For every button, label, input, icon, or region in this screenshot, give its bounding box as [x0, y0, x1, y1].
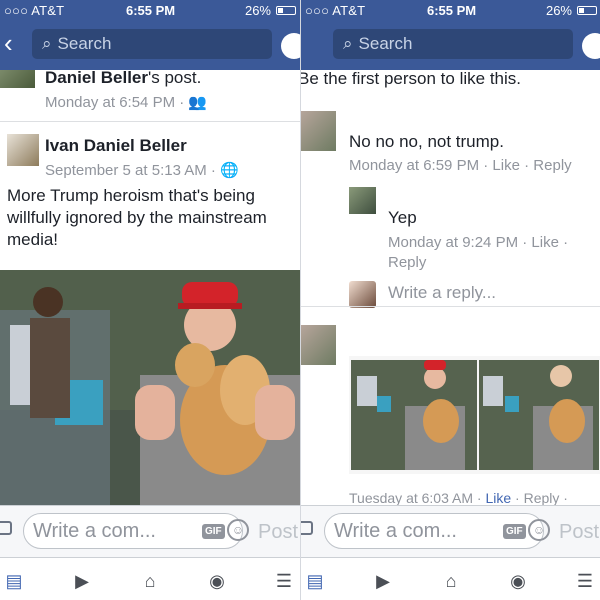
- comment-composer: Write a com... GIF ☺ Post: [0, 506, 300, 558]
- sticker-icon[interactable]: ☺: [528, 519, 550, 541]
- status-bar: ○○○ AT&T 6:55 PM 26%: [301, 0, 600, 20]
- news-feed-icon[interactable]: ▤: [304, 570, 326, 592]
- reply-link[interactable]: Reply: [524, 490, 560, 505]
- clock: 6:55 PM: [427, 3, 477, 18]
- search-icon: ⌕: [343, 34, 353, 53]
- carrier-label: ○○○ AT&T: [4, 3, 65, 18]
- marketplace-icon[interactable]: ⌂: [139, 570, 161, 592]
- flood-rescue-image: [0, 270, 300, 505]
- shared-avatar[interactable]: [0, 70, 35, 88]
- search-input[interactable]: ⌕ Search: [32, 29, 272, 59]
- battery-percent: 26%: [244, 3, 271, 18]
- post-view: Daniel Beller's post. Monday at 6:54 PM …: [0, 70, 300, 505]
- reply-timestamp[interactable]: Monday at 9:24 PM: [388, 234, 518, 251]
- menu-icon[interactable]: ☰: [273, 570, 295, 592]
- bottom-area: Write a com... GIF ☺ Post ▤ ▶ ⌂ ◉ ☰: [301, 505, 600, 600]
- meme-image: [349, 356, 600, 474]
- post-photo[interactable]: [0, 270, 300, 505]
- comment-placeholder: Write a com...: [334, 519, 457, 542]
- comments-view: Be the first person to like this. No no …: [301, 70, 600, 505]
- globe-icon: 🌐: [220, 162, 239, 179]
- comment-timestamp[interactable]: Monday at 6:59 PM: [349, 157, 479, 174]
- marketplace-icon[interactable]: ⌂: [440, 570, 462, 592]
- status-icons: 26%: [245, 3, 296, 18]
- globe-icon[interactable]: ◉: [206, 570, 228, 592]
- shared-timestamp[interactable]: Monday at 6:54 PM: [45, 94, 175, 111]
- friends-icon: 👥: [188, 94, 208, 111]
- comment-meta: Monday at 6:59 PM · Like · Reply: [349, 157, 572, 174]
- reply-link[interactable]: Reply: [388, 254, 426, 271]
- tab-bar: ▤ ▶ ⌂ ◉ ☰: [301, 558, 600, 600]
- divider: [301, 306, 600, 307]
- messenger-icon[interactable]: [582, 33, 600, 59]
- like-link[interactable]: Like: [492, 157, 520, 174]
- news-feed-icon[interactable]: ▤: [3, 570, 25, 592]
- back-chevron-icon[interactable]: ‹: [4, 30, 13, 56]
- gif-button[interactable]: GIF: [202, 524, 225, 539]
- bottom-area: Write a com... GIF ☺ Post ▤ ▶ ⌂ ◉ ☰: [0, 505, 300, 600]
- left-screen: ○○○ AT&T 6:55 PM 26% ‹ ⌕ Search Daniel B…: [0, 0, 300, 600]
- comment-input[interactable]: Write a com... GIF ☺: [324, 513, 550, 549]
- clock: 6:55 PM: [126, 3, 176, 18]
- shared-time-line: Monday at 6:54 PM · 👥: [45, 94, 208, 111]
- search-placeholder: Search: [358, 34, 413, 53]
- tab-bar: ▤ ▶ ⌂ ◉ ☰: [0, 558, 300, 600]
- right-screen: ○○○ AT&T 6:55 PM 26% ⌕ Search Be the fir…: [300, 0, 600, 600]
- top-navbar: ‹ ⌕ Search: [0, 20, 300, 70]
- like-link[interactable]: Like: [531, 234, 559, 251]
- video-icon[interactable]: ▶: [71, 570, 93, 592]
- commenter-avatar[interactable]: [301, 111, 336, 151]
- top-navbar: ⌕ Search: [301, 20, 600, 70]
- image-comment-meta: Tuesday at 6:03 AM · Like · Reply ·: [349, 490, 568, 505]
- shared-from-line: Daniel Beller's post.: [45, 70, 201, 88]
- search-input[interactable]: ⌕ Search: [333, 29, 573, 59]
- video-icon[interactable]: ▶: [372, 570, 394, 592]
- search-placeholder: Search: [57, 34, 112, 53]
- globe-icon[interactable]: ◉: [507, 570, 529, 592]
- sticker-icon[interactable]: ☺: [227, 519, 249, 541]
- reply-avatar[interactable]: [349, 187, 376, 214]
- shared-suffix: 's post.: [148, 70, 202, 87]
- post-timestamp[interactable]: September 5 at 5:13 AM: [45, 162, 207, 179]
- status-bar: ○○○ AT&T 6:55 PM 26%: [0, 0, 300, 20]
- carrier-label: ○○○ AT&T: [305, 3, 366, 18]
- messenger-icon[interactable]: [281, 33, 300, 59]
- reply-link[interactable]: Reply: [533, 157, 571, 174]
- comment-timestamp[interactable]: Tuesday at 6:03 AM: [349, 490, 473, 505]
- comment-input[interactable]: Write a com... GIF ☺: [23, 513, 249, 549]
- comment-placeholder: Write a com...: [33, 519, 156, 542]
- camera-icon[interactable]: [301, 521, 313, 535]
- author-avatar[interactable]: [7, 134, 39, 166]
- menu-icon[interactable]: ☰: [574, 570, 596, 592]
- like-link[interactable]: Like: [485, 490, 511, 505]
- status-icons: 26%: [546, 3, 597, 18]
- likes-line[interactable]: Be the first person to like this.: [301, 70, 521, 89]
- gif-button[interactable]: GIF: [503, 524, 526, 539]
- reply-text: Yep: [388, 208, 417, 227]
- reply-meta: Monday at 9:24 PM · Like · Reply: [388, 234, 569, 271]
- battery-icon: [577, 6, 597, 15]
- battery-percent: 26%: [545, 3, 572, 18]
- battery-icon: [276, 6, 296, 15]
- comment-composer: Write a com... GIF ☺ Post: [301, 506, 600, 558]
- search-icon: ⌕: [42, 34, 52, 53]
- post-time-line: September 5 at 5:13 AM · 🌐: [45, 162, 239, 179]
- post-button[interactable]: Post: [258, 521, 298, 544]
- commenter-avatar[interactable]: [301, 325, 336, 365]
- author-name[interactable]: Ivan Daniel Beller: [45, 136, 187, 156]
- shared-author-link[interactable]: Daniel Beller: [45, 70, 148, 87]
- comment-text: No no no, not trump.: [349, 132, 504, 151]
- reply-input[interactable]: Write a reply...: [388, 283, 496, 303]
- post-button[interactable]: Post: [559, 521, 599, 544]
- my-avatar: [349, 281, 376, 308]
- post-text: More Trump heroism that's being willfull…: [7, 186, 267, 249]
- camera-icon[interactable]: [0, 521, 12, 535]
- comment-image[interactable]: [349, 356, 600, 474]
- shared-from-header: Daniel Beller's post. Monday at 6:54 PM …: [0, 70, 300, 122]
